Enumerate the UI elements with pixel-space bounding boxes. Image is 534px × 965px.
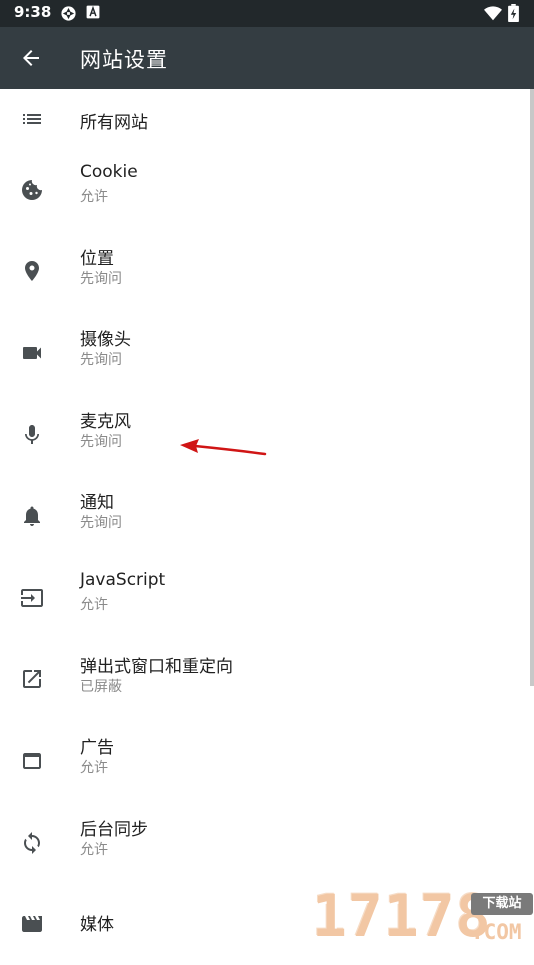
item-status: 允许 — [80, 189, 108, 205]
external-link-icon — [23, 670, 41, 689]
item-status: 先询问 — [80, 352, 122, 369]
list-item-notifications[interactable]: 通知 先询问 — [0, 475, 534, 557]
movie-clapper-icon — [22, 916, 42, 933]
item-status: 允许 — [80, 841, 108, 858]
watermark-badge: 下载站 — [471, 893, 533, 915]
item-label: 媒体 — [80, 915, 114, 936]
list-item-ads[interactable]: 广告 允许 — [0, 720, 534, 802]
app-a-icon — [86, 5, 100, 19]
list-item-location[interactable]: 位置 先询问 — [0, 231, 534, 313]
item-label: 弹出式窗口和重定向 — [80, 656, 233, 677]
item-label: JavaScript — [80, 569, 166, 590]
list-item-popups-redirects[interactable]: 弹出式窗口和重定向 已屏蔽 — [0, 639, 534, 721]
cookie-icon — [22, 179, 42, 200]
item-status: 先询问 — [80, 515, 122, 532]
vpn-shutter-icon — [61, 6, 76, 21]
item-label: 广告 — [80, 738, 114, 759]
list-item-javascript[interactable]: JavaScript 允许 — [0, 557, 534, 639]
item-label: 摄像头 — [80, 330, 131, 351]
app-bar: 网站设置 — [0, 27, 534, 89]
item-label: 后台同步 — [80, 819, 148, 840]
video-camera-icon — [23, 346, 41, 359]
wifi-icon — [484, 6, 502, 21]
watermark: 17178 下载站 .COM — [308, 882, 534, 950]
item-label: 位置 — [80, 248, 114, 269]
watermark-digits: 17178 — [312, 882, 492, 950]
scrollbar[interactable] — [530, 89, 534, 686]
item-label: Cookie — [80, 162, 138, 182]
site-settings-list: 所有网站 Cookie 允许 位置 先询问 摄像头 先询问 麦克风 先询问 通知… — [0, 89, 534, 965]
item-label: 所有网站 — [80, 113, 148, 133]
item-status: 先询问 — [80, 270, 122, 287]
window-icon — [23, 752, 41, 769]
item-label: 通知 — [80, 493, 114, 514]
item-label: 麦克风 — [80, 411, 131, 432]
item-status: 已屏蔽 — [80, 678, 122, 695]
annotation-arrow-icon — [180, 439, 267, 456]
watermark-domain: .COM — [471, 920, 522, 944]
page-title: 网站设置 — [80, 48, 168, 72]
sync-icon — [24, 831, 40, 854]
list-item-background-sync[interactable]: 后台同步 允许 — [0, 802, 534, 884]
back-arrow-icon[interactable] — [19, 46, 43, 70]
list-icon — [23, 114, 41, 124]
item-status: 允许 — [80, 760, 108, 777]
status-time: 9:38 — [14, 3, 52, 21]
javascript-input-icon — [21, 588, 43, 607]
item-status: 先询问 — [80, 433, 122, 450]
bell-icon — [24, 506, 40, 527]
list-item-cookie[interactable]: Cookie 允许 — [0, 149, 534, 231]
battery-charging-icon — [508, 4, 519, 22]
location-pin-icon — [25, 261, 39, 282]
list-item-camera[interactable]: 摄像头 先询问 — [0, 312, 534, 394]
list-item-all-sites[interactable]: 所有网站 — [0, 89, 534, 149]
item-status: 允许 — [80, 596, 108, 613]
status-bar: 9:38 — [0, 0, 534, 27]
microphone-icon — [25, 424, 39, 444]
